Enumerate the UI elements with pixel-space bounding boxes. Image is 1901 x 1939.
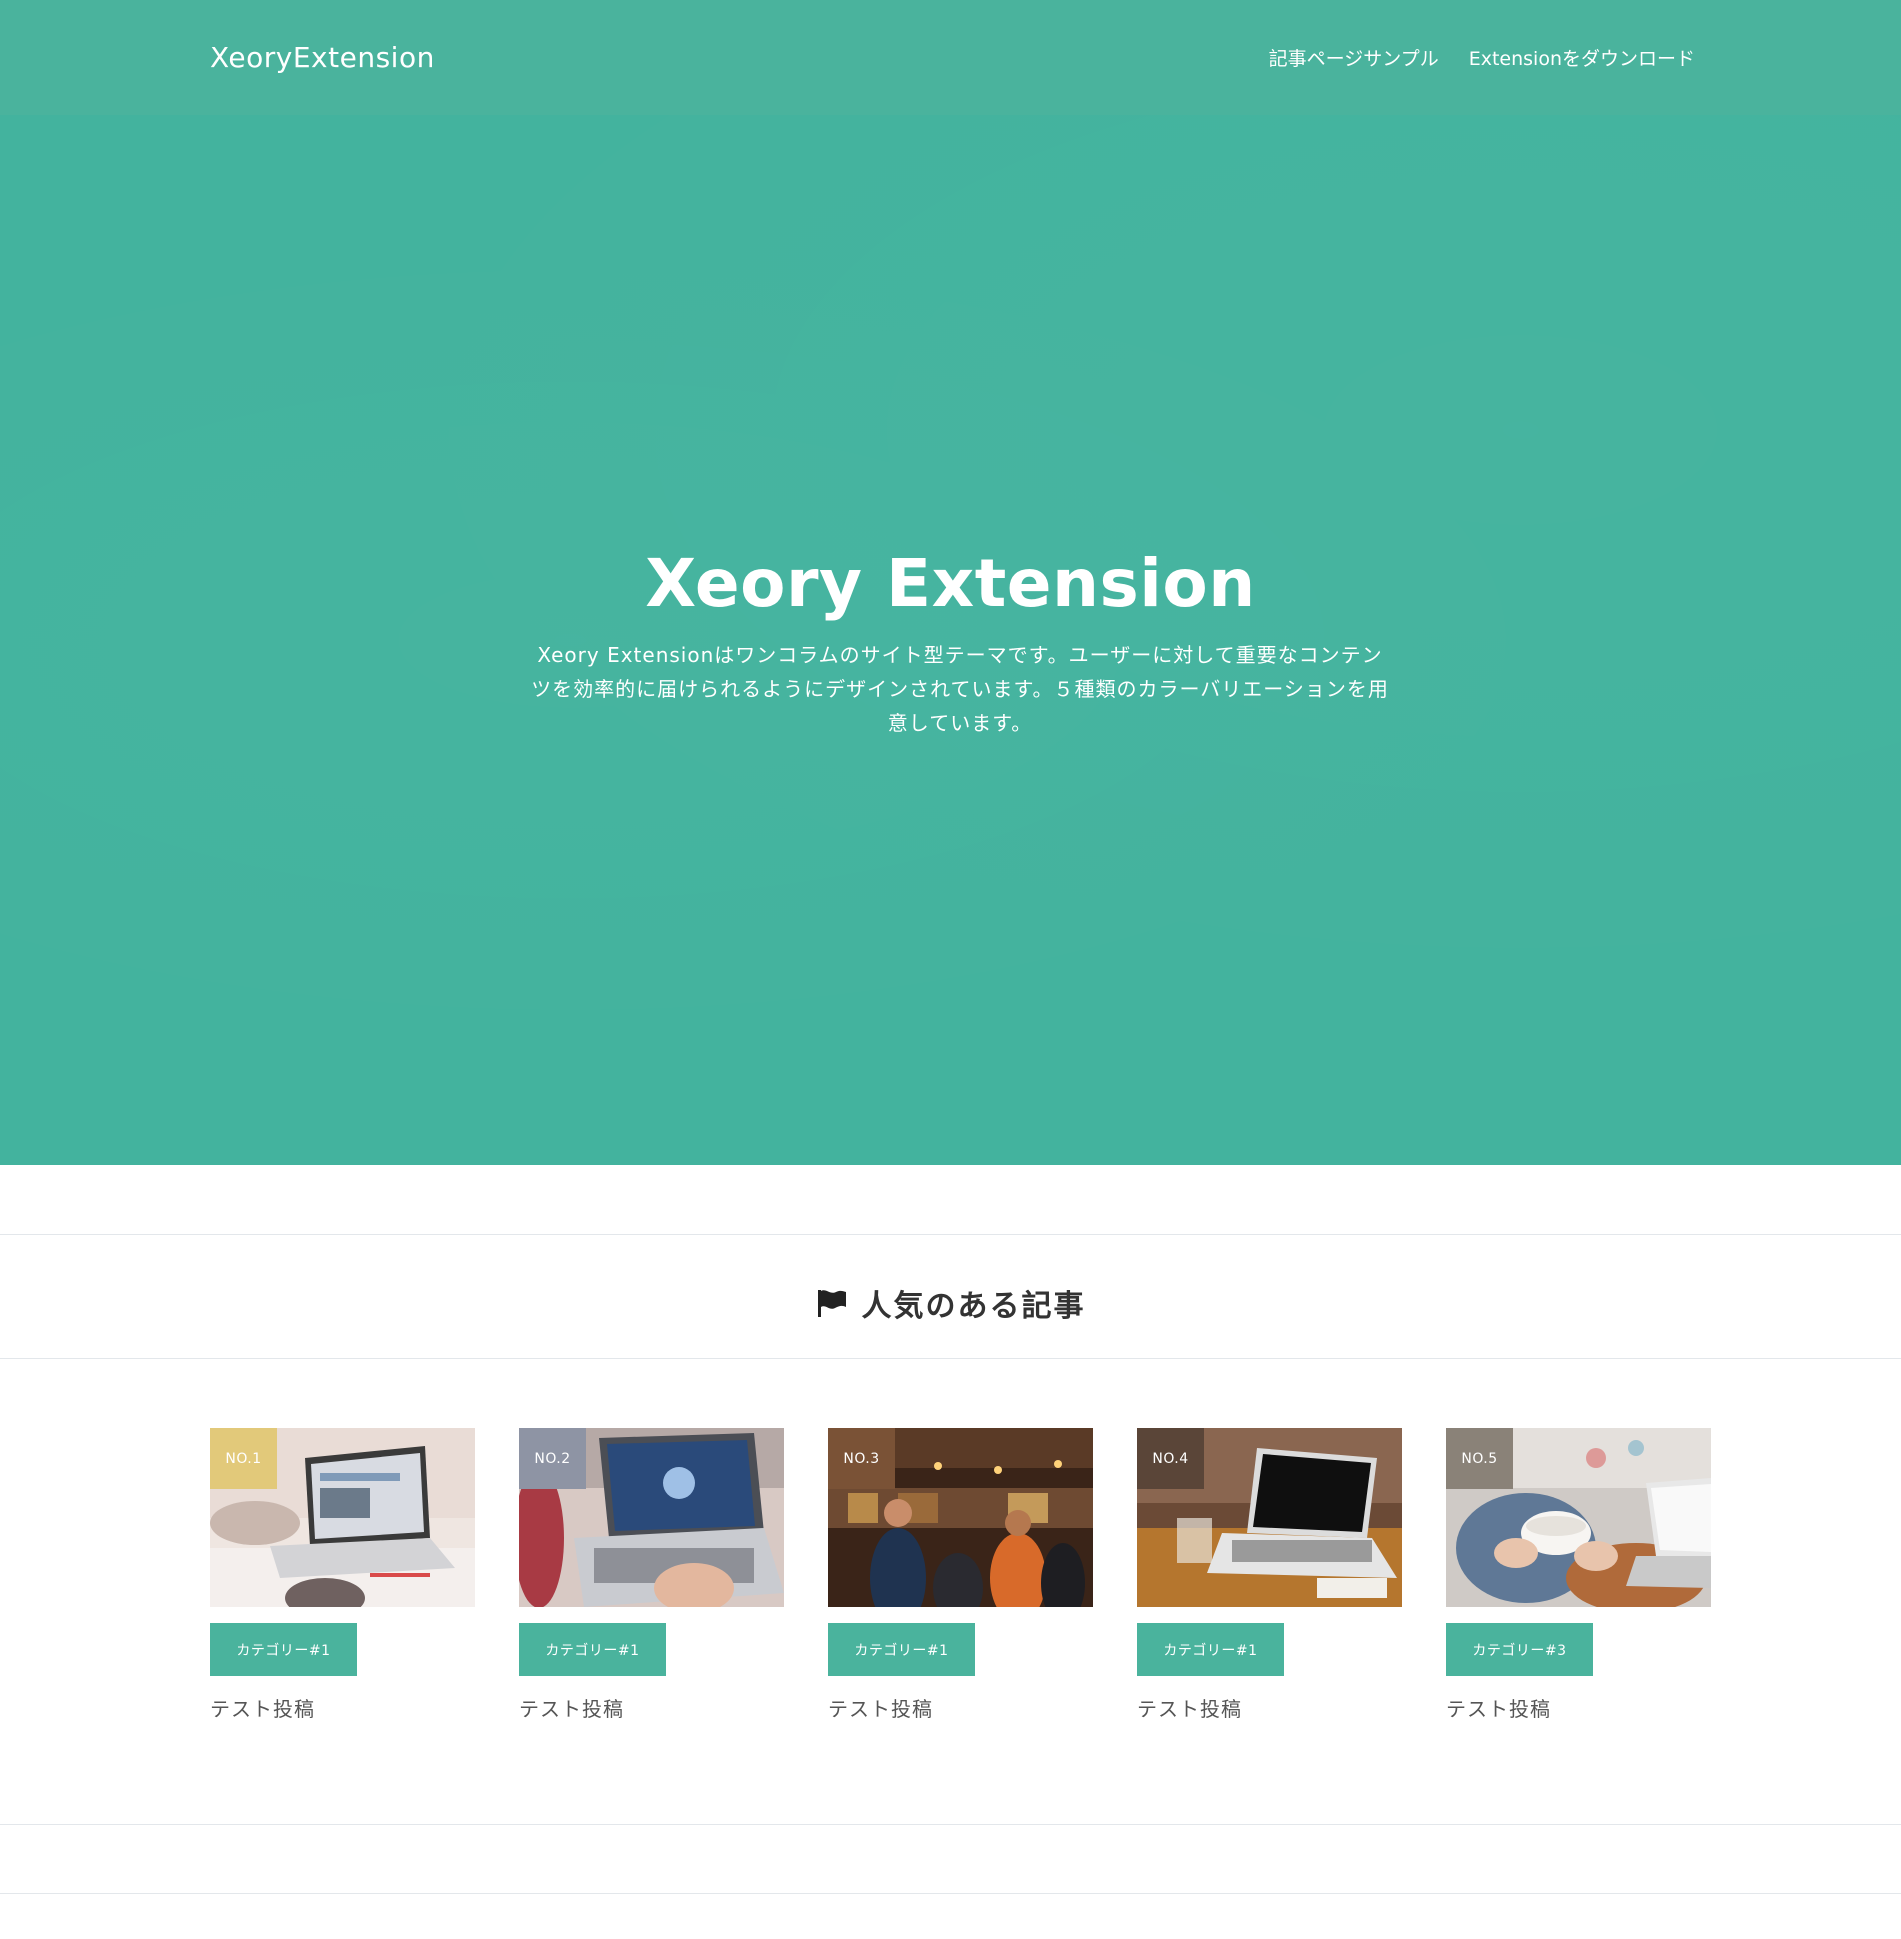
post-card: NO.3 カテゴリー#1 テスト投稿 [828, 1428, 1093, 1721]
popular-heading-text: 人気のある記事 [861, 1289, 1086, 1324]
post-title-link[interactable]: テスト投稿 [1446, 1693, 1551, 1722]
post-title-link[interactable]: テスト投稿 [828, 1693, 933, 1722]
section-divider [0, 1234, 1901, 1235]
post-thumbnail[interactable]: NO.5 [1446, 1428, 1711, 1607]
rank-badge: NO.4 [1137, 1428, 1204, 1489]
rank-badge: NO.3 [828, 1428, 895, 1489]
post-thumbnail[interactable]: NO.2 [519, 1428, 784, 1607]
rank-badge: NO.2 [519, 1428, 586, 1489]
post-card: NO.5 カテゴリー#3 テスト投稿 [1446, 1428, 1711, 1721]
rank-badge: NO.5 [1446, 1428, 1513, 1489]
post-title-link[interactable]: テスト投稿 [1137, 1693, 1242, 1722]
rank-badge: NO.1 [210, 1428, 277, 1489]
hero-description: Xeory Extensionはワンコラムのサイト型テーマです。ユーザーに対して… [531, 643, 1389, 735]
post-card: NO.4 カテゴリー#1 テスト投稿 [1137, 1428, 1402, 1721]
post-card: NO.1 カテゴリー#1 テスト投稿 [210, 1428, 475, 1721]
nav-link-download[interactable]: Extensionをダウンロード [1469, 44, 1695, 71]
category-button[interactable]: カテゴリー#1 [1137, 1623, 1284, 1676]
site-header: XeoryExtension 記事ページサンプル Extensionをダウンロー… [0, 0, 1901, 115]
post-thumbnail[interactable]: NO.1 [210, 1428, 475, 1607]
hero-section: Xeory Extension Xeory Extensionはワンコラムのサイ… [0, 115, 1901, 1165]
site-logo[interactable]: XeoryExtension [210, 0, 435, 115]
flag-icon [816, 1287, 848, 1319]
section-divider [0, 1358, 1901, 1359]
section-divider [0, 1893, 1901, 1894]
post-card: NO.2 カテゴリー#1 テスト投稿 [519, 1428, 784, 1721]
category-button[interactable]: カテゴリー#1 [519, 1623, 666, 1676]
global-nav: 記事ページサンプル Extensionをダウンロード [1269, 0, 1695, 115]
popular-posts-list: NO.1 カテゴリー#1 テスト投稿 NO.2 カテゴリー#1 テスト投稿 NO… [210, 1428, 1711, 1728]
hero-title: Xeory Extension [645, 545, 1256, 622]
category-button[interactable]: カテゴリー#3 [1446, 1623, 1593, 1676]
section-divider [0, 1824, 1901, 1825]
post-thumbnail[interactable]: NO.3 [828, 1428, 1093, 1607]
popular-section-heading: 人気のある記事 [0, 1280, 1901, 1326]
post-title-link[interactable]: テスト投稿 [519, 1693, 624, 1722]
post-title-link[interactable]: テスト投稿 [210, 1693, 315, 1722]
post-thumbnail[interactable]: NO.4 [1137, 1428, 1402, 1607]
category-button[interactable]: カテゴリー#1 [828, 1623, 975, 1676]
category-button[interactable]: カテゴリー#1 [210, 1623, 357, 1676]
nav-link-article-sample[interactable]: 記事ページサンプル [1269, 44, 1439, 71]
